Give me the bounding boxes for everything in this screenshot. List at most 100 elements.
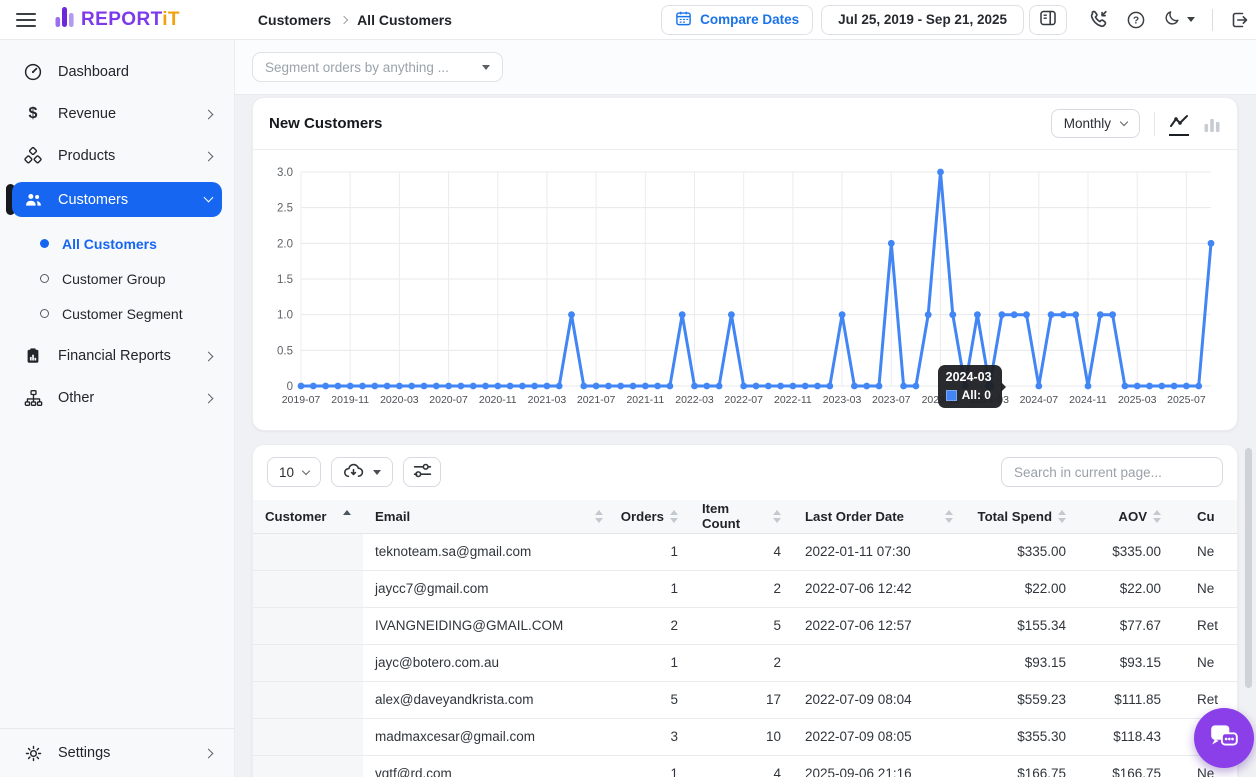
sidebar-item-other[interactable]: Other (12, 382, 222, 414)
segment-placeholder: Segment orders by anything ... (265, 60, 449, 75)
table-scroll-area[interactable]: Customer EmailOrdersItem CountLast Order … (253, 500, 1237, 777)
segment-orders-select[interactable]: Segment orders by anything ... (252, 52, 503, 82)
cell-last_order_date: 2022-01-11 07:30 (793, 533, 965, 570)
logout-icon[interactable] (1230, 10, 1250, 30)
cell-customer (253, 718, 363, 755)
scrollbar-thumb[interactable] (1245, 448, 1252, 688)
col-label: AOV (1118, 509, 1147, 524)
sidebar-item-financial-reports[interactable]: Financial Reports (12, 340, 222, 372)
customers-table: Customer EmailOrdersItem CountLast Order … (253, 500, 1237, 777)
logo-bars-icon (55, 5, 75, 34)
cell-orders: 3 (615, 718, 690, 755)
chart-title: New Customers (269, 115, 382, 132)
table-row[interactable]: jayc@botero.com.au12$93.15$93.15Ne (253, 644, 1237, 681)
calendar-icon (675, 10, 692, 30)
chat-widget-button[interactable] (1194, 708, 1254, 768)
col-header-customer_type[interactable]: Cu (1173, 500, 1237, 533)
sidebar-item-customers[interactable]: Customers (12, 182, 222, 217)
table-row[interactable]: jaycc7@gmail.com122022-07-06 12:42$22.00… (253, 570, 1237, 607)
col-header-orders[interactable]: Orders (615, 500, 690, 533)
dark-mode-toggle[interactable] (1163, 9, 1195, 31)
cell-item_count: 10 (690, 718, 793, 755)
cell-total_spend: $93.15 (965, 644, 1078, 681)
col-header-item_count[interactable]: Item Count (690, 500, 793, 533)
cell-customer_type: Ne (1173, 533, 1237, 570)
col-label: Cu (1197, 509, 1215, 524)
sidebar-item-label: Financial Reports (58, 348, 191, 364)
app-logo[interactable]: REPORTiT (55, 5, 180, 34)
col-header-last_order_date[interactable]: Last Order Date (793, 500, 965, 533)
table-row[interactable]: madmaxcesar@gmail.com3102022-07-09 08:05… (253, 718, 1237, 755)
column-filter-button[interactable] (403, 457, 441, 487)
col-header-email[interactable]: Email (363, 500, 615, 533)
breadcrumb-all-customers[interactable]: All Customers (357, 12, 452, 28)
sort-icon (945, 510, 953, 523)
compare-dates-button[interactable]: Compare Dates (661, 5, 813, 35)
date-range-field[interactable]: Jul 25, 2019 - Sep 21, 2025 (821, 5, 1024, 35)
cell-email: IVANGNEIDING@GMAIL.COM (363, 607, 615, 644)
table-row[interactable]: vgtf@rd.com142025-09-06 21:16$166.75$166… (253, 755, 1237, 777)
customers-table-card: 10 Custome (252, 444, 1238, 777)
cell-customer_type: Ret (1173, 607, 1237, 644)
sidebar-item-customer-group[interactable]: Customer Group (12, 266, 222, 291)
svg-text:2022-07: 2022-07 (724, 394, 763, 406)
sidebar-item-settings[interactable]: Settings (0, 728, 234, 777)
sidebar: Dashboard $ Revenue Products Customers (0, 40, 235, 777)
products-icon (22, 146, 44, 166)
col-label: Total Spend (978, 509, 1052, 524)
sidebar-item-label: Other (58, 390, 191, 406)
col-header-total_spend[interactable]: Total Spend (965, 500, 1078, 533)
table-row[interactable]: IVANGNEIDING@GMAIL.COM252022-07-06 12:57… (253, 607, 1237, 644)
col-header-aov[interactable]: AOV (1078, 500, 1173, 533)
svg-text:2024-07: 2024-07 (1020, 394, 1059, 406)
chart-area[interactable]: 00.51.01.52.02.53.02019-072019-112020-03… (253, 150, 1237, 419)
date-picker-panel-button[interactable] (1029, 5, 1067, 35)
chevron-right-icon (204, 393, 214, 403)
chevron-right-icon (204, 748, 214, 758)
cell-customer (253, 644, 363, 681)
sidebar-item-all-customers[interactable]: All Customers (12, 231, 222, 256)
hamburger-menu-icon[interactable] (16, 13, 36, 27)
page-size-select[interactable]: 10 (267, 457, 321, 487)
chevron-down-icon (204, 193, 214, 203)
bar-chart-toggle-icon[interactable] (1203, 115, 1221, 133)
cell-email: teknoteam.sa@gmail.com (363, 533, 615, 570)
cell-orders: 5 (615, 681, 690, 718)
col-label: Customer (265, 509, 327, 524)
settings-label: Settings (58, 745, 191, 761)
export-button[interactable] (331, 457, 393, 487)
svg-text:0.5: 0.5 (277, 345, 293, 357)
table-row[interactable]: alex@daveyandkrista.com5172022-07-09 08:… (253, 681, 1237, 718)
svg-text:0: 0 (287, 381, 293, 393)
sort-icon (1153, 510, 1161, 523)
svg-text:2.0: 2.0 (277, 238, 293, 250)
cell-aov: $166.75 (1078, 755, 1173, 777)
radio-unselected-icon (40, 309, 49, 318)
svg-text:2023-03: 2023-03 (823, 394, 862, 406)
sidebar-item-customer-segment[interactable]: Customer Segment (12, 301, 222, 326)
dashboard-gauge-icon (22, 62, 44, 82)
cell-last_order_date: 2022-07-06 12:42 (793, 570, 965, 607)
col-header-customer[interactable]: Customer (253, 500, 363, 533)
cell-item_count: 4 (690, 755, 793, 777)
sidebar-item-products[interactable]: Products (12, 140, 222, 172)
customers-people-icon (22, 191, 44, 208)
sidebar-item-label: Products (58, 148, 191, 164)
sliders-icon (413, 463, 432, 481)
svg-text:2023-07: 2023-07 (872, 394, 911, 406)
cell-aov: $111.85 (1078, 681, 1173, 718)
line-chart-toggle-icon[interactable] (1169, 111, 1189, 136)
cell-item_count: 17 (690, 681, 793, 718)
sidebar-item-revenue[interactable]: $ Revenue (12, 98, 222, 130)
breadcrumb-customers[interactable]: Customers (258, 12, 331, 28)
help-icon[interactable]: ? (1126, 10, 1146, 30)
sidebar-item-dashboard[interactable]: Dashboard (12, 56, 222, 88)
granularity-select[interactable]: Monthly (1051, 109, 1140, 138)
search-input[interactable] (1001, 457, 1223, 487)
table-row[interactable]: teknoteam.sa@gmail.com142022-01-11 07:30… (253, 533, 1237, 570)
cell-total_spend: $155.34 (965, 607, 1078, 644)
call-support-icon[interactable] (1088, 9, 1109, 30)
svg-text:2021-07: 2021-07 (577, 394, 616, 406)
svg-text:2024-11: 2024-11 (1069, 394, 1107, 406)
sub-item-label: All Customers (62, 236, 157, 252)
